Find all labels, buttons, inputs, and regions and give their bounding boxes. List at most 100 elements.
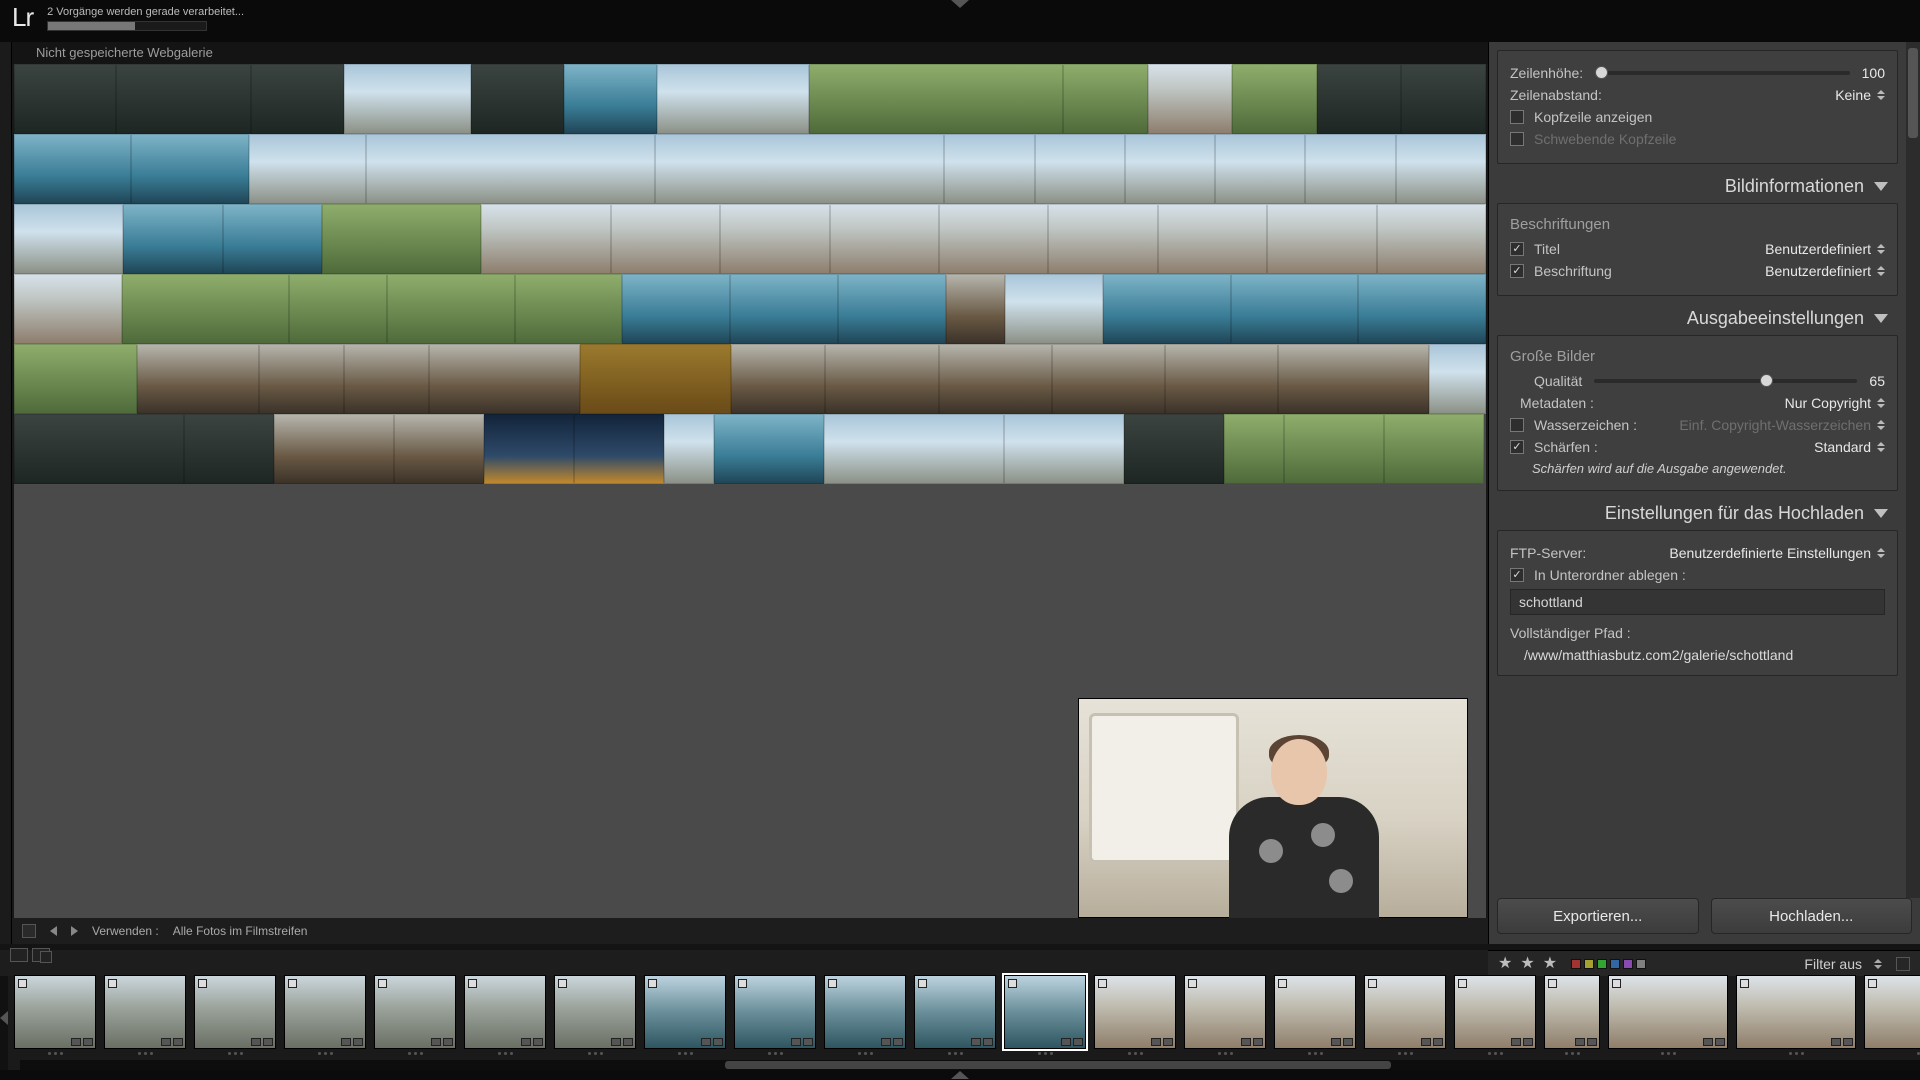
filmstrip-thumbnail[interactable]: [464, 975, 546, 1049]
gallery-tile[interactable]: [622, 274, 730, 344]
section-image-info[interactable]: Bildinformationen: [1497, 170, 1898, 203]
gallery-tile[interactable]: [481, 204, 610, 274]
gallery-tile[interactable]: [946, 274, 1005, 344]
gallery-tile[interactable]: [1052, 344, 1165, 414]
gallery-tile[interactable]: [184, 414, 274, 484]
panel-collapse-handle-top[interactable]: [949, 0, 971, 8]
toolbar-view-icon[interactable]: [22, 924, 36, 938]
filmstrip-thumbnail[interactable]: [104, 975, 186, 1049]
filmstrip-thumbnail[interactable]: [644, 975, 726, 1049]
gallery-tile[interactable]: [14, 414, 184, 484]
gallery-tile[interactable]: [1305, 134, 1395, 204]
gallery-tile[interactable]: [1232, 64, 1317, 134]
filmstrip-thumbnail[interactable]: [284, 975, 366, 1049]
rating-star-2[interactable]: ★: [1520, 956, 1534, 972]
sharpen-checkbox[interactable]: [1510, 440, 1524, 454]
nav-prev-icon[interactable]: [50, 926, 57, 936]
gallery-tile[interactable]: [344, 344, 429, 414]
gallery-tile[interactable]: [939, 344, 1052, 414]
gallery-tile[interactable]: [1048, 204, 1157, 274]
caption-checkbox[interactable]: [1510, 264, 1524, 278]
filmstrip-thumbnail[interactable]: [1608, 975, 1728, 1049]
filmstrip-collapse-left[interactable]: [0, 966, 8, 1070]
gallery-tile[interactable]: [131, 134, 248, 204]
gallery-tile[interactable]: [657, 64, 809, 134]
gallery-tile[interactable]: [429, 344, 580, 414]
gallery-tile[interactable]: [809, 64, 1063, 134]
title-dropdown[interactable]: Benutzerdefiniert: [1765, 241, 1885, 257]
caption-dropdown[interactable]: Benutzerdefiniert: [1765, 263, 1885, 279]
filter-dropdown[interactable]: Filter aus: [1804, 956, 1862, 972]
filmstrip-thumbnail[interactable]: [1364, 975, 1446, 1049]
gallery-tile[interactable]: [720, 204, 829, 274]
gallery-tile[interactable]: [1063, 64, 1148, 134]
rating-star-1[interactable]: ★: [1498, 956, 1512, 972]
gallery-tile[interactable]: [1358, 274, 1486, 344]
gallery-tile[interactable]: [1429, 344, 1486, 414]
gallery-tile[interactable]: [731, 344, 825, 414]
filmstrip-thumbnail[interactable]: [1094, 975, 1176, 1049]
gallery-tile[interactable]: [825, 344, 938, 414]
filmstrip-thumbnail[interactable]: [734, 975, 816, 1049]
gallery-tile[interactable]: [137, 344, 260, 414]
left-panel-collapsed[interactable]: [0, 42, 12, 944]
gallery-tile[interactable]: [122, 274, 289, 344]
gallery-tile[interactable]: [611, 204, 720, 274]
panel-collapse-handle-bottom[interactable]: [0, 1070, 1920, 1080]
filmstrip-thumbnail[interactable]: [1864, 975, 1920, 1049]
gallery-tile[interactable]: [344, 64, 471, 134]
gallery-tile[interactable]: [1317, 64, 1402, 134]
web-gallery-preview[interactable]: [14, 64, 1486, 918]
gallery-tile[interactable]: [14, 64, 116, 134]
export-button[interactable]: Exportieren...: [1497, 898, 1699, 934]
gallery-tile[interactable]: [838, 274, 946, 344]
gallery-tile[interactable]: [730, 274, 838, 344]
row-height-slider[interactable]: [1595, 71, 1849, 75]
color-swatch[interactable]: [1623, 959, 1633, 969]
gallery-tile[interactable]: [471, 64, 564, 134]
gallery-tile[interactable]: [939, 204, 1048, 274]
gallery-tile[interactable]: [1004, 414, 1124, 484]
nav-next-icon[interactable]: [71, 926, 78, 936]
gallery-tile[interactable]: [1125, 134, 1215, 204]
filmstrip-thumbnail[interactable]: [1184, 975, 1266, 1049]
gallery-tile[interactable]: [116, 64, 251, 134]
gallery-tile[interactable]: [1267, 204, 1376, 274]
gallery-tile[interactable]: [1224, 414, 1284, 484]
gallery-tile[interactable]: [1278, 344, 1429, 414]
filmstrip-thumbnail[interactable]: [194, 975, 276, 1049]
gallery-tile[interactable]: [322, 204, 481, 274]
row-height-value[interactable]: 100: [1862, 65, 1885, 81]
filmstrip-thumbnail[interactable]: [914, 975, 996, 1049]
gallery-tile[interactable]: [249, 134, 366, 204]
toolbar-use-value[interactable]: Alle Fotos im Filmstreifen: [173, 924, 308, 938]
right-panel-scrollbar[interactable]: [1906, 42, 1920, 898]
gallery-tile[interactable]: [14, 274, 122, 344]
row-spacing-dropdown[interactable]: Keine: [1835, 87, 1885, 103]
gallery-tile[interactable]: [580, 344, 731, 414]
color-swatch[interactable]: [1571, 959, 1581, 969]
gallery-tile[interactable]: [14, 134, 131, 204]
color-swatch[interactable]: [1597, 959, 1607, 969]
gallery-tile[interactable]: [366, 134, 655, 204]
gallery-tile[interactable]: [1124, 414, 1224, 484]
section-output[interactable]: Ausgabeeinstellungen: [1497, 302, 1898, 335]
gallery-tile[interactable]: [1103, 274, 1231, 344]
gallery-tile[interactable]: [14, 204, 123, 274]
gallery-tile[interactable]: [1005, 274, 1103, 344]
filmstrip-thumbnail[interactable]: [554, 975, 636, 1049]
gallery-tile[interactable]: [394, 414, 484, 484]
primary-display-icon[interactable]: [10, 948, 28, 962]
gallery-tile[interactable]: [274, 414, 394, 484]
color-swatch[interactable]: [1610, 959, 1620, 969]
title-checkbox[interactable]: [1510, 242, 1524, 256]
filmstrip-thumbnail[interactable]: [1004, 975, 1086, 1049]
gallery-tile[interactable]: [1165, 344, 1278, 414]
gallery-tile[interactable]: [289, 274, 387, 344]
gallery-tile[interactable]: [1148, 64, 1233, 134]
color-swatch[interactable]: [1636, 959, 1646, 969]
subfolder-input[interactable]: schottland: [1510, 589, 1885, 615]
color-label-swatches[interactable]: [1571, 959, 1646, 969]
filter-lock-icon[interactable]: [1896, 957, 1910, 971]
filmstrip-thumbnail[interactable]: [824, 975, 906, 1049]
